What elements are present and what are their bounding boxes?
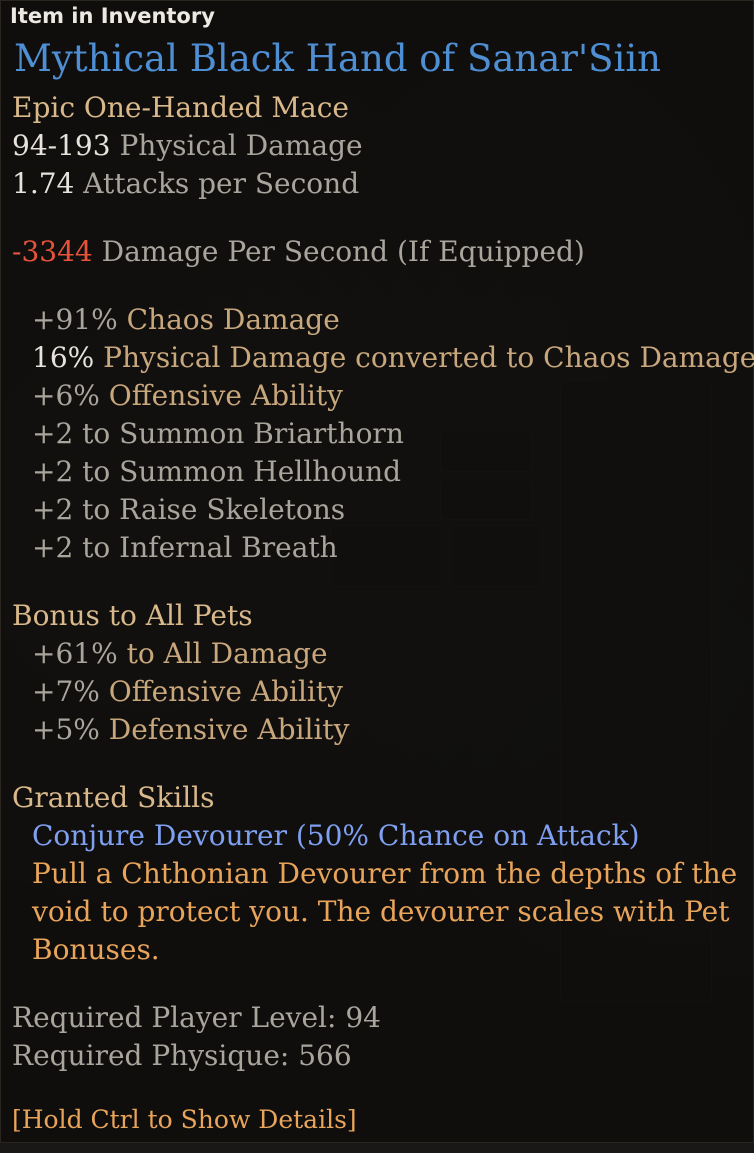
skill-bonus-line: +2 to Infernal Breath [32, 531, 338, 564]
pet-bonus-label: to All Damage [126, 637, 328, 670]
speed-value: 1.74 [12, 167, 75, 200]
item-tooltip: Item in Inventory Mythical Black Hand of… [0, 0, 754, 1143]
pet-bonus-value: +5% [32, 713, 100, 746]
modifier-line: +91% Chaos Damage [32, 303, 340, 337]
modifier-line: 16% Physical Damage converted to Chaos D… [32, 341, 754, 375]
skill-description-line: Bonuses. [32, 933, 160, 966]
dps-label: Damage Per Second (If Equipped) [101, 235, 585, 268]
modifier-label: Physical Damage converted to Chaos Damag… [103, 341, 754, 374]
pet-bonus-value: +7% [32, 675, 100, 708]
modifier-label: Chaos Damage [126, 303, 340, 336]
modifier-value: 16% [32, 341, 95, 374]
dps-value: -3344 [12, 235, 93, 268]
skill-bonus-line: +2 to Raise Skeletons [32, 493, 346, 526]
item-name: Mythical Black Hand of Sanar'Siin [14, 37, 662, 80]
pet-bonus-label: Offensive Ability [108, 675, 343, 708]
item-type: Epic One-Handed Mace [12, 91, 349, 124]
speed-label: Attacks per Second [83, 167, 360, 200]
granted-skill-name: Conjure Devourer (50% Chance on Attack) [32, 819, 640, 852]
required-physique: Required Physique: 566 [12, 1039, 352, 1072]
pet-bonus-line: +61% to All Damage [32, 637, 328, 671]
damage-line: 94-193 Physical Damage [12, 129, 363, 163]
skill-bonus-line: +2 to Summon Hellhound [32, 455, 402, 488]
pet-bonus-line: +5% Defensive Ability [32, 713, 349, 747]
dps-line: -3344 Damage Per Second (If Equipped) [12, 235, 585, 269]
modifier-value: +6% [32, 379, 100, 412]
pet-bonus-label: Defensive Ability [108, 713, 350, 746]
tooltip-header: Item in Inventory [10, 4, 215, 28]
game-scene: Item in Inventory Mythical Black Hand of… [0, 0, 754, 1153]
skill-bonus-line: +2 to Summon Briarthorn [32, 417, 404, 450]
granted-skills-heading: Granted Skills [12, 781, 215, 814]
modifier-value: +91% [32, 303, 118, 336]
skill-description-line: void to protect you. The devourer scales… [32, 895, 730, 928]
skill-description-line: Pull a Chthonian Devourer from the depth… [32, 857, 738, 890]
speed-line: 1.74 Attacks per Second [12, 167, 359, 201]
pet-bonus-value: +61% [32, 637, 118, 670]
details-hint: [Hold Ctrl to Show Details] [12, 1105, 357, 1134]
modifier-line: +6% Offensive Ability [32, 379, 343, 413]
pet-bonus-heading: Bonus to All Pets [12, 599, 253, 632]
required-level: Required Player Level: 94 [12, 1001, 381, 1034]
damage-label: Physical Damage [119, 129, 363, 162]
damage-value: 94-193 [12, 129, 111, 162]
pet-bonus-line: +7% Offensive Ability [32, 675, 343, 709]
modifier-label: Offensive Ability [108, 379, 343, 412]
